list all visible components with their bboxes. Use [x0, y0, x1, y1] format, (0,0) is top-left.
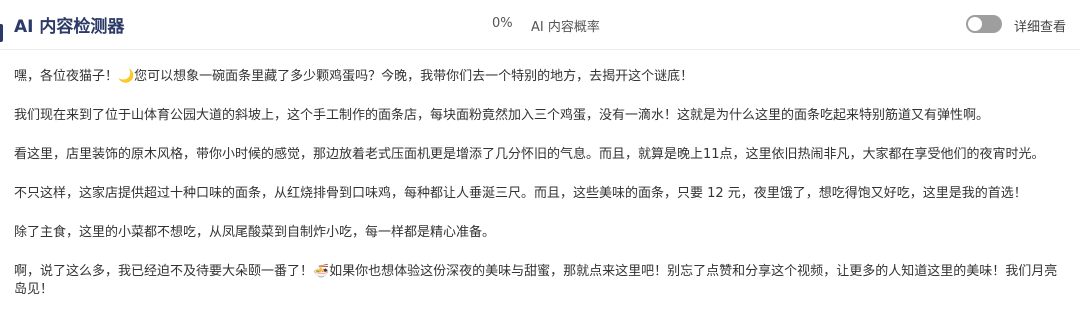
- detail-view-label[interactable]: 详细查看: [1014, 16, 1066, 35]
- ai-probability-value: 0%: [492, 16, 513, 31]
- paragraph: 嘿，各位夜猫子！🌙您可以想象一碗面条里藏了多少颗鸡蛋吗？今晚，我带你们去一个特别…: [14, 69, 694, 84]
- paragraph: 我们现在来到了位于山体育公园大道的斜坡上，这个手工制作的面条店，每块面粉竟然加入…: [14, 108, 990, 123]
- ai-probability-label: AI 内容概率: [531, 20, 600, 35]
- page-title: AI 内容检测器: [14, 17, 125, 37]
- active-indicator: [0, 24, 3, 42]
- paragraph: 看这里，店里装饰的原木风格，带你小时候的感觉，那边放着老式压面机更是增添了几分怀…: [14, 147, 1045, 162]
- toggle-knob: [968, 17, 982, 31]
- header-bar: AI 内容检测器 0% AI 内容概率 详细查看: [0, 0, 1080, 50]
- content-body: 嘿，各位夜猫子！🌙您可以想象一碗面条里藏了多少颗鸡蛋吗？今晚，我带你们去一个特别…: [14, 68, 1064, 299]
- paragraph: 不只这样，这家店提供超过十种口味的面条，从红烧排骨到口味鸡，每种都让人垂涎三尺。…: [14, 186, 1027, 201]
- paragraph: 除了主食，这里的小菜都不想吃，从凤尾酸菜到自制炸小吃，每一样都是精心准备。: [14, 225, 496, 240]
- paragraph: 啊，说了这么多，我已经迫不及待要大朵颐一番了！🍜如果你也想体验这份深夜的美味与甜…: [14, 264, 1058, 297]
- detail-toggle[interactable]: [966, 15, 1002, 33]
